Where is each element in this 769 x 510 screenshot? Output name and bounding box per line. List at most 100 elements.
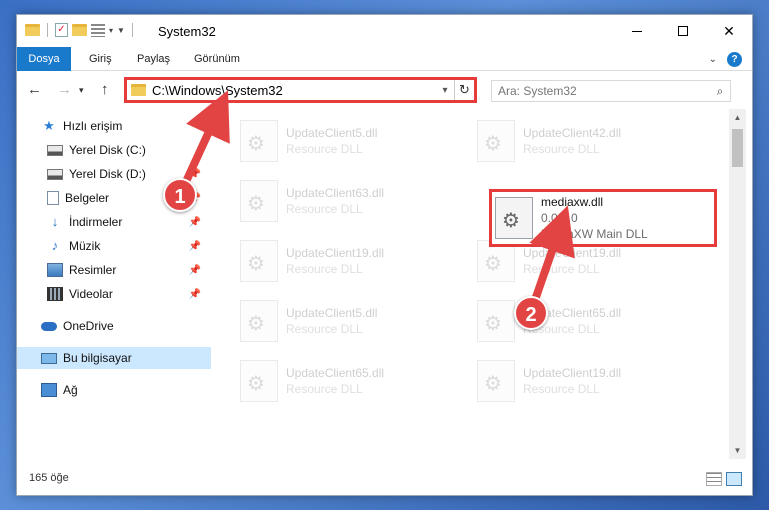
recent-locations-icon[interactable]: ▾ — [79, 85, 84, 96]
nav-item-pictures[interactable]: Resimler 📌 — [17, 259, 211, 281]
file-type: Resource DLL — [523, 382, 600, 396]
file-item[interactable]: UpdateClient42.dll Resource DLL — [477, 117, 697, 165]
tiles-view-icon[interactable] — [726, 472, 742, 486]
network-icon — [41, 383, 57, 397]
navigation-bar: ← → ▾ ↑ C:\Windows\System32 ▾ ↻ ⌕ — [17, 71, 752, 109]
address-dropdown-icon[interactable]: ▾ — [436, 85, 454, 96]
title-bar: ✓ ▾ ▼ System32 ✕ — [17, 15, 752, 47]
drive-icon — [47, 168, 63, 180]
file-name: UpdateClient19.dll — [523, 366, 622, 380]
nav-label: İndirmeler — [69, 215, 123, 229]
documents-icon — [47, 191, 59, 205]
file-name: UpdateClient63.dll — [286, 186, 385, 200]
nav-label: OneDrive — [63, 319, 114, 333]
file-name: UpdateClient5.dll — [286, 306, 378, 320]
star-icon: ★ — [43, 118, 55, 133]
dll-file-icon — [240, 120, 278, 162]
nav-item-music[interactable]: ♪ Müzik 📌 — [17, 235, 211, 257]
explorer-window: ✓ ▾ ▼ System32 ✕ Dosya Giriş Paylaş Görü… — [16, 14, 753, 496]
help-icon[interactable]: ? — [727, 52, 742, 67]
file-item[interactable]: UpdateClient19.dll Resource DLL — [477, 357, 697, 405]
pin-icon[interactable]: 📌 — [189, 289, 201, 300]
nav-label: Resimler — [69, 263, 117, 277]
status-bar: 165 öğe — [17, 462, 752, 496]
navigation-pane: ★ Hızlı erişim Yerel Disk (C:) Yerel Dis… — [17, 109, 212, 459]
maximize-icon — [678, 26, 688, 36]
file-item[interactable]: UpdateClient63.dll Resource DLL — [240, 177, 460, 225]
file-item[interactable]: UpdateClient65.dllResource DLL — [477, 297, 697, 345]
nav-item-downloads[interactable]: ↓ İndirmeler 📌 — [17, 211, 211, 233]
details-view-icon[interactable] — [706, 472, 722, 486]
up-arrow-icon[interactable]: ↑ — [101, 81, 109, 98]
expand-ribbon-icon[interactable]: ⌄ — [709, 54, 717, 65]
qat-customize-icon[interactable]: ▼ — [117, 26, 125, 35]
pin-icon[interactable]: 📌 — [189, 217, 201, 228]
scroll-up-icon[interactable]: ▲ — [729, 109, 746, 126]
file-item[interactable]: UpdateClient5.dll Resource DLL — [240, 297, 460, 345]
pin-icon[interactable]: 📌 — [189, 169, 201, 180]
nav-label: Videolar — [69, 287, 113, 301]
nav-label: Hızlı erişim — [63, 119, 123, 133]
search-input[interactable] — [498, 84, 710, 98]
file-item[interactable]: UpdateClient19.dll Resource DLL — [240, 237, 460, 285]
dll-file-icon — [240, 240, 278, 282]
nav-item-videos[interactable]: Videolar 📌 — [17, 283, 211, 305]
file-item-mediaxw[interactable]: mediaxw.dll 0.0.6.0 MediaXW Main DLL — [495, 194, 715, 242]
nav-label: Yerel Disk (C:) — [69, 143, 146, 157]
new-folder-icon[interactable] — [72, 24, 87, 36]
file-item[interactable]: UpdateClient5.dll Resource DLL — [240, 117, 460, 165]
window-controls: ✕ — [614, 15, 752, 47]
minimize-button[interactable] — [614, 15, 660, 47]
nav-item-disk-c[interactable]: Yerel Disk (C:) — [17, 139, 211, 161]
dll-file-icon — [477, 300, 515, 342]
scroll-thumb[interactable] — [732, 129, 743, 167]
address-bar[interactable]: C:\Windows\System32 ▾ ↻ — [124, 77, 477, 103]
window-title: System32 — [158, 24, 216, 39]
search-box[interactable]: ⌕ — [491, 80, 731, 102]
search-icon[interactable]: ⌕ — [710, 84, 730, 99]
file-type: Resource DLL — [286, 202, 363, 216]
file-type: Resource DLL — [286, 262, 363, 276]
highlighted-file-frame: mediaxw.dll 0.0.6.0 MediaXW Main DLL — [489, 189, 717, 247]
music-icon: ♪ — [51, 238, 59, 253]
computer-icon — [41, 352, 57, 364]
nav-network[interactable]: Ağ — [17, 379, 211, 401]
scroll-down-icon[interactable]: ▼ — [729, 442, 746, 459]
close-button[interactable]: ✕ — [706, 15, 752, 47]
vertical-scrollbar[interactable]: ▲ ▼ — [729, 109, 746, 459]
dll-file-icon — [240, 180, 278, 222]
address-path[interactable]: C:\Windows\System32 — [152, 83, 436, 98]
toolbar-divider — [131, 23, 133, 37]
pin-icon[interactable]: 📌 — [189, 265, 201, 276]
file-item[interactable]: UpdateClient65.dllResource DLL — [240, 357, 460, 405]
file-name: UpdateClient19.dll — [523, 246, 622, 260]
view-options-icon[interactable] — [91, 23, 105, 37]
ribbon-tabs: Dosya Giriş Paylaş Görünüm ⌄ ? — [17, 47, 752, 71]
properties-check-icon[interactable]: ✓ — [55, 23, 68, 37]
tab-share[interactable]: Paylaş — [127, 47, 180, 71]
download-icon: ↓ — [51, 214, 59, 229]
dll-file-icon — [495, 197, 533, 239]
tab-view[interactable]: Görünüm — [184, 47, 250, 71]
cloud-icon — [41, 321, 57, 331]
item-count: 165 öğe — [29, 472, 69, 484]
quick-access-toolbar: ✓ ▾ ▼ — [25, 23, 136, 37]
forward-arrow-icon[interactable]: → — [57, 81, 72, 98]
back-arrow-icon[interactable]: ← — [27, 81, 42, 98]
nav-this-pc[interactable]: Bu bilgisayar — [17, 347, 211, 369]
tab-file[interactable]: Dosya — [17, 47, 71, 71]
file-version: 0.0.6.0 — [541, 211, 578, 225]
step-1-badge: 1 — [163, 178, 197, 212]
nav-label: Belgeler — [65, 191, 110, 205]
nav-quick-access[interactable]: ★ Hızlı erişim — [17, 115, 211, 137]
nav-onedrive[interactable]: OneDrive — [17, 315, 211, 337]
pin-icon[interactable]: 📌 — [189, 241, 201, 252]
qat-dropdown-icon[interactable]: ▾ — [109, 26, 113, 35]
refresh-icon[interactable]: ↻ — [454, 80, 474, 100]
folder-icon[interactable] — [25, 24, 40, 36]
maximize-button[interactable] — [660, 15, 706, 47]
nav-label: Müzik — [69, 239, 101, 253]
tab-home[interactable]: Giriş — [79, 47, 122, 71]
file-name: UpdateClient42.dll — [523, 126, 622, 140]
file-type: Resource DLL — [523, 262, 600, 276]
